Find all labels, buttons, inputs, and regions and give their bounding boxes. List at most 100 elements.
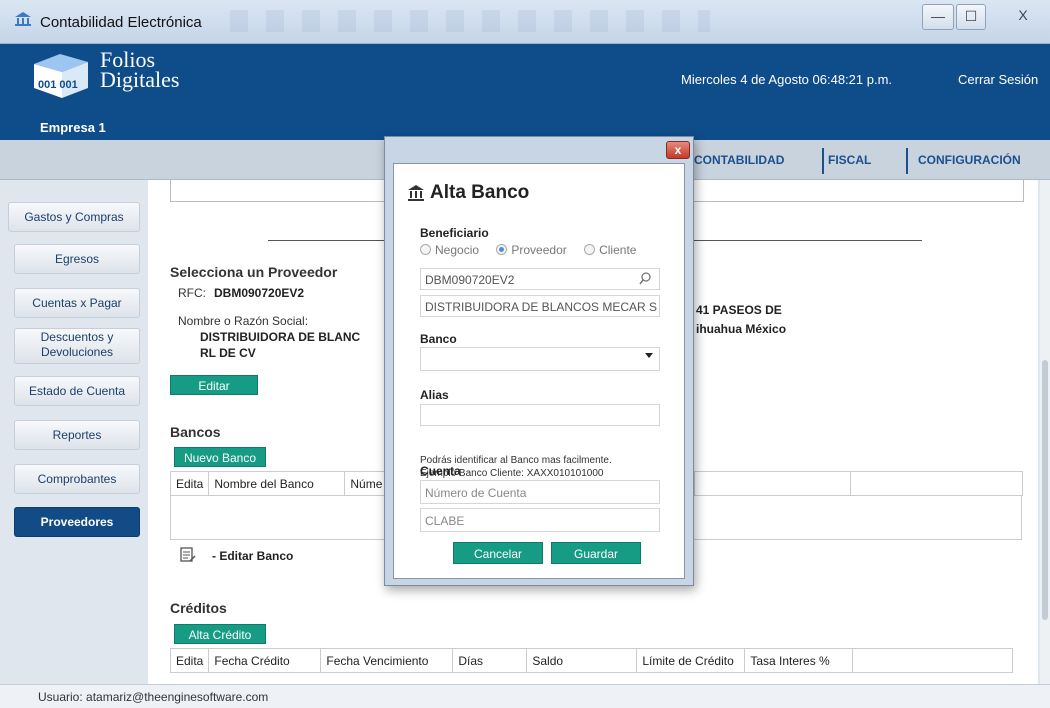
alta-banco-dialog: x Alta Banco Beneficiario Negocio Provee… — [384, 136, 694, 586]
col-empty — [852, 648, 1014, 673]
logo-cube-text: 001 001 — [38, 79, 78, 91]
creditos-heading: Créditos — [170, 600, 227, 616]
col-nombre-banco: Nombre del Banco — [208, 471, 346, 496]
col-tasa-interes: Tasa Interes % — [744, 648, 854, 673]
close-icon: x — [674, 143, 682, 157]
rfc-search-field[interactable]: DBM090720EV2 — [420, 268, 660, 290]
radio-proveedor[interactable]: Proveedor — [496, 243, 567, 257]
sidebar-item-reportes[interactable]: Reportes — [14, 420, 140, 450]
rfc-search-value: DBM090720EV2 — [425, 273, 515, 287]
window-titlebar: Contabilidad Electrónica — ☐ X — [0, 0, 1050, 44]
alta-credito-button[interactable]: Alta Crédito — [174, 624, 266, 644]
bank-icon — [408, 185, 424, 201]
proveedor-heading: Selecciona un Proveedor — [170, 264, 338, 280]
creditos-table: Edita Fecha Crédito Fecha Vencimiento Dí… — [169, 648, 1014, 673]
app-icon — [15, 12, 31, 26]
razon-social-line2: RL DE CV — [200, 346, 256, 360]
bancos-table-right — [694, 471, 1023, 496]
blurred-toolbar — [230, 10, 710, 32]
cancel-button[interactable]: Cancelar — [453, 542, 543, 564]
clabe-input[interactable]: CLABE — [420, 508, 660, 532]
radio-circle[interactable] — [584, 244, 596, 255]
logo-text: Folios Digitales — [100, 49, 180, 92]
alias-input[interactable] — [420, 404, 660, 426]
banco-label: Banco — [420, 332, 457, 346]
rfc-label: RFC: — [178, 286, 206, 300]
status-bar: Usuario: atamariz@theenginesoftware.com — [0, 684, 1050, 708]
radio-label: Negocio — [435, 243, 480, 257]
col-numero: Núme — [344, 471, 389, 496]
cuenta-label: Cuenta — [420, 464, 461, 478]
numero-cuenta-placeholder: Número de Cuenta — [425, 486, 527, 500]
maximize-button[interactable]: ☐ — [956, 4, 986, 30]
logo-line-2: Digitales — [100, 67, 180, 92]
chevron-down-icon — [645, 353, 653, 358]
col-fecha-vencimiento: Fecha Vencimiento — [320, 648, 454, 673]
company-name: Empresa 1 — [40, 120, 106, 135]
nav-contabilidad[interactable]: CONTABILIDAD — [694, 153, 784, 167]
sidebar-item-proveedores[interactable]: Proveedores — [14, 507, 140, 537]
radio-label: Cliente — [599, 243, 637, 257]
nav-fiscal[interactable]: FISCAL — [828, 153, 871, 167]
current-datetime: Miercoles 4 de Agosto 06:48:21 p.m. — [681, 72, 893, 87]
status-user: Usuario: atamariz@theenginesoftware.com — [38, 690, 269, 704]
address-line2: ihuahua México — [696, 322, 787, 336]
window-title: Contabilidad Electrónica — [40, 14, 202, 31]
sidebar-item-cuentas-pagar[interactable]: Cuentas x Pagar — [14, 288, 140, 318]
col-dias: Días — [452, 648, 528, 673]
col-saldo: Saldo — [526, 648, 638, 673]
address-line1: 41 PASEOS DE — [696, 303, 782, 317]
col-edita: Edita — [169, 648, 210, 673]
table-header-row: Edita Fecha Crédito Fecha Vencimiento Dí… — [169, 648, 1014, 673]
content-scrollbar[interactable] — [1040, 180, 1050, 684]
maximize-icon: ☐ — [964, 8, 978, 24]
minimize-button[interactable]: — — [922, 4, 954, 30]
col-fecha-credito: Fecha Crédito — [208, 648, 322, 673]
numero-cuenta-input[interactable]: Número de Cuenta — [420, 480, 660, 504]
bancos-heading: Bancos — [170, 424, 221, 440]
razon-social-line1: DISTRIBUIDORA DE BLANC — [200, 330, 361, 344]
sidebar-item-descuentos[interactable]: Descuentos y Devoluciones — [14, 328, 140, 364]
banco-select[interactable] — [420, 347, 660, 371]
clabe-placeholder: CLABE — [425, 514, 465, 528]
alias-label: Alias — [420, 388, 449, 402]
sidebar-item-estado-cuenta[interactable]: Estado de Cuenta — [14, 376, 140, 406]
col-edita: Edita — [169, 471, 210, 496]
search-icon[interactable] — [639, 272, 651, 286]
razon-social-label: Nombre o Razón Social: — [178, 314, 309, 328]
beneficiario-name-value: DISTRIBUIDORA DE BLANCOS MECAR S — [425, 300, 658, 314]
dialog-close-button[interactable]: x — [666, 141, 690, 159]
editar-banco-hint: - Editar Banco — [212, 549, 294, 563]
dialog-title: Alta Banco — [430, 182, 530, 203]
logout-link[interactable]: Cerrar Sesión — [958, 72, 1038, 87]
scrollbar-thumb[interactable] — [1042, 360, 1048, 620]
folios-logo-icon: 001 001 — [34, 54, 88, 98]
nav-configuracion[interactable]: CONFIGURACIÓN — [918, 153, 1021, 167]
dialog-body: Alta Banco Beneficiario Negocio Proveedo… — [393, 163, 685, 579]
radio-negocio[interactable]: Negocio — [420, 243, 479, 257]
nav-separator — [906, 148, 908, 174]
minimize-icon: — — [931, 8, 945, 24]
edit-proveedor-button[interactable]: Editar — [170, 375, 258, 395]
sidebar-item-gastos[interactable]: Gastos y Compras — [8, 202, 140, 232]
close-window-button[interactable]: X — [1000, 4, 1046, 30]
radio-circle[interactable] — [496, 244, 508, 255]
col-limite-credito: Límite de Crédito — [636, 648, 746, 673]
sidebar-item-comprobantes[interactable]: Comprobantes — [14, 464, 140, 494]
app-header: 001 001 Folios Digitales Empresa 1 Mierc… — [0, 44, 1050, 140]
beneficiario-radio-group: Negocio Proveedor Cliente — [420, 243, 650, 257]
nuevo-banco-button[interactable]: Nuevo Banco — [174, 447, 266, 467]
nav-separator — [822, 148, 824, 174]
radio-label: Proveedor — [511, 243, 567, 257]
table-header-row: Edita Nombre del Banco Núme — [169, 471, 389, 496]
edit-list-icon — [180, 547, 196, 562]
beneficiario-name-field[interactable]: DISTRIBUIDORA DE BLANCOS MECAR S — [420, 295, 660, 317]
save-button[interactable]: Guardar — [551, 542, 641, 564]
radio-cliente[interactable]: Cliente — [584, 243, 636, 257]
bancos-table: Edita Nombre del Banco Núme — [169, 471, 389, 496]
rfc-value: DBM090720EV2 — [214, 286, 305, 300]
radio-circle[interactable] — [420, 244, 431, 255]
close-icon: X — [1018, 7, 1028, 23]
sidebar-item-egresos[interactable]: Egresos — [14, 244, 140, 274]
beneficiario-label: Beneficiario — [420, 226, 489, 240]
